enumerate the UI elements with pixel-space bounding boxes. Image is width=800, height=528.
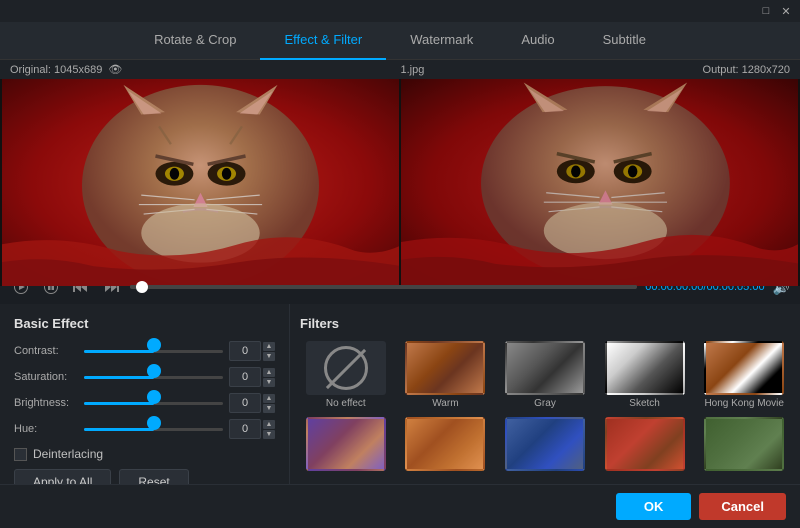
filters-grid: No effect Warm Gray Sketch — [300, 341, 790, 474]
preview-header: Original: 1045x689 👁 1.jpg Output: 1280x… — [0, 60, 800, 79]
hue-slider[interactable] — [84, 421, 223, 437]
filter-f8[interactable] — [499, 417, 591, 474]
tab-bar: Rotate & Crop Effect & Filter Watermark … — [0, 22, 800, 60]
video-panel-left — [2, 79, 399, 286]
hue-up[interactable]: ▲ — [263, 420, 275, 429]
deinterlace-checkbox[interactable] — [14, 448, 27, 461]
brightness-value: 0 — [229, 393, 261, 413]
title-bar: □ ✕ — [0, 0, 800, 22]
no-effect-icon — [324, 346, 368, 390]
contrast-row: Contrast: 0 ▲ ▼ — [14, 341, 275, 361]
filename-label: 1.jpg — [400, 64, 424, 76]
hue-row: Hue: 0 ▲ ▼ — [14, 419, 275, 439]
filter-f6[interactable] — [300, 417, 392, 474]
hue-spinner[interactable]: ▲ ▼ — [263, 420, 275, 439]
hue-value: 0 — [229, 419, 261, 439]
action-bar: OK Cancel — [0, 484, 800, 528]
saturation-spinner[interactable]: ▲ ▼ — [263, 368, 275, 387]
contrast-up[interactable]: ▲ — [263, 342, 275, 351]
deinterlace-row: Deinterlacing — [14, 447, 275, 461]
brightness-up[interactable]: ▲ — [263, 394, 275, 403]
original-video — [2, 79, 399, 286]
brightness-thumb[interactable] — [147, 390, 161, 404]
minimize-button[interactable]: □ — [758, 3, 774, 19]
filter-thumb-warm — [405, 341, 485, 395]
contrast-down[interactable]: ▼ — [263, 352, 275, 361]
contrast-label: Contrast: — [14, 345, 84, 357]
saturation-label: Saturation: — [14, 371, 84, 383]
saturation-slider[interactable] — [84, 369, 223, 385]
filter-f10[interactable] — [698, 417, 790, 474]
filter-label-sketch: Sketch — [629, 398, 660, 409]
tab-effect[interactable]: Effect & Filter — [260, 22, 386, 60]
main-content-wrapper: Basic Effect Contrast: 0 ▲ ▼ Saturati — [0, 304, 800, 528]
filter-thumb-f9 — [605, 417, 685, 471]
filter-hk[interactable]: Hong Kong Movie — [698, 341, 790, 409]
filter-thumb-f8 — [505, 417, 585, 471]
saturation-value: 0 — [229, 367, 261, 387]
saturation-row: Saturation: 0 ▲ ▼ — [14, 367, 275, 387]
hue-down[interactable]: ▼ — [263, 430, 275, 439]
tab-audio[interactable]: Audio — [497, 22, 578, 60]
contrast-spinner[interactable]: ▲ ▼ — [263, 342, 275, 361]
deinterlace-label: Deinterlacing — [33, 447, 103, 461]
filter-thumb-hk — [704, 341, 784, 395]
saturation-thumb[interactable] — [147, 364, 161, 378]
brightness-row: Brightness: 0 ▲ ▼ — [14, 393, 275, 413]
filter-label-hk: Hong Kong Movie — [704, 398, 784, 409]
filter-thumb-no-effect — [306, 341, 386, 395]
hue-label: Hue: — [14, 423, 84, 435]
filter-thumb-sketch — [605, 341, 685, 395]
saturation-down[interactable]: ▼ — [263, 378, 275, 387]
filter-label-warm: Warm — [432, 398, 458, 409]
filter-thumb-f10 — [704, 417, 784, 471]
filter-thumb-f6 — [306, 417, 386, 471]
filter-thumb-f7 — [405, 417, 485, 471]
ok-button[interactable]: OK — [616, 493, 692, 520]
filters-title: Filters — [300, 316, 790, 331]
cancel-button[interactable]: Cancel — [699, 493, 786, 520]
preview-area: Original: 1045x689 👁 1.jpg Output: 1280x… — [0, 60, 800, 270]
close-button[interactable]: ✕ — [778, 3, 794, 19]
output-video — [401, 79, 798, 286]
filter-f7[interactable] — [400, 417, 492, 474]
progress-dot[interactable] — [136, 281, 148, 293]
tab-rotate[interactable]: Rotate & Crop — [130, 22, 260, 60]
brightness-label: Brightness: — [14, 397, 84, 409]
output-size-label: Output: 1280x720 — [703, 64, 790, 76]
basic-effect-title: Basic Effect — [14, 316, 275, 331]
brightness-slider[interactable] — [84, 395, 223, 411]
brightness-down[interactable]: ▼ — [263, 404, 275, 413]
filter-f9[interactable] — [599, 417, 691, 474]
tab-watermark[interactable]: Watermark — [386, 22, 497, 60]
filter-thumb-gray — [505, 341, 585, 395]
brightness-spinner[interactable]: ▲ ▼ — [263, 394, 275, 413]
filter-no-effect[interactable]: No effect — [300, 341, 392, 409]
saturation-up[interactable]: ▲ — [263, 368, 275, 377]
filter-label-no-effect: No effect — [326, 398, 366, 409]
contrast-value: 0 — [229, 341, 261, 361]
filter-sketch[interactable]: Sketch — [599, 341, 691, 409]
tab-subtitle[interactable]: Subtitle — [579, 22, 670, 60]
eye-icon[interactable]: 👁 — [108, 63, 122, 76]
filter-warm[interactable]: Warm — [400, 341, 492, 409]
preview-videos — [0, 79, 800, 286]
filter-label-gray: Gray — [534, 398, 556, 409]
original-size-label: Original: 1045x689 — [10, 64, 102, 76]
filter-gray[interactable]: Gray — [499, 341, 591, 409]
contrast-slider[interactable] — [84, 343, 223, 359]
contrast-thumb[interactable] — [147, 338, 161, 352]
video-panel-right — [401, 79, 798, 286]
progress-bar[interactable] — [130, 285, 637, 289]
hue-thumb[interactable] — [147, 416, 161, 430]
